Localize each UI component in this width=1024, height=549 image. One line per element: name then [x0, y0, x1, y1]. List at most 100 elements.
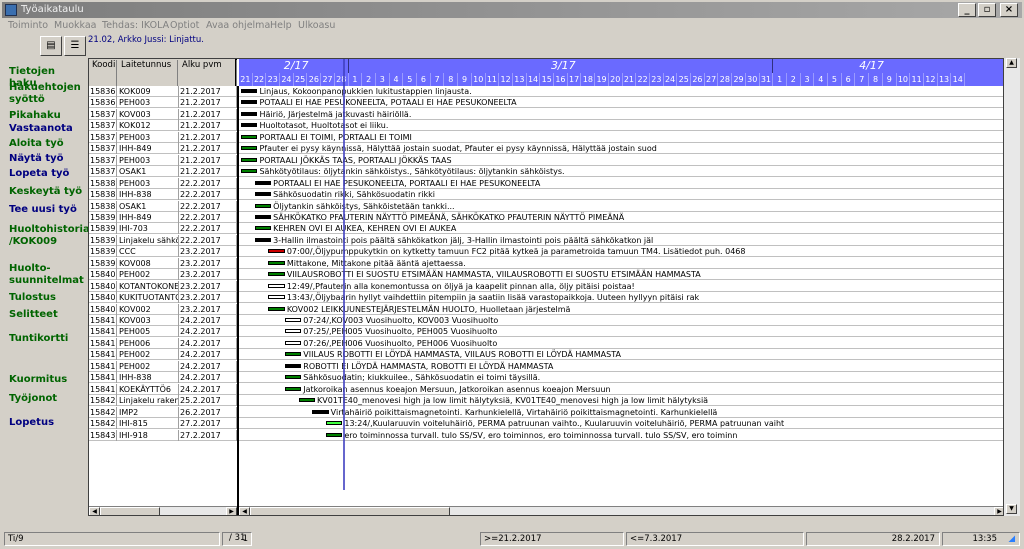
task-bar[interactable]: [284, 352, 302, 357]
task-bar[interactable]: [254, 226, 272, 231]
task-bar[interactable]: [241, 100, 258, 105]
table-row[interactable]: 158373KOK01221.2.2017 Huoltotasot, Huolto…: [89, 120, 1003, 132]
table-row[interactable]: 158419KOEKÄYTTÖ624.2.2017 Jatkoroikan ase…: [89, 383, 1003, 395]
close-button[interactable]: ×: [1000, 3, 1018, 17]
table-row[interactable]: 158429IHI-81527.2.2017 13:24/,Kuularuuvin…: [89, 418, 1003, 430]
task-bar[interactable]: [254, 214, 272, 219]
table-row[interactable]: 158413PEH00624.2.2017 07:26/,PEH006 Vuosi…: [89, 337, 1003, 349]
scroll-left-icon[interactable]: ◀: [239, 507, 250, 515]
menu-ulkoasu[interactable]: Ulkoasu: [298, 20, 335, 31]
table-row[interactable]: 158405KUKITUOTANTO23.2.2017 13:43/,Öljyba…: [89, 292, 1003, 304]
task-bar[interactable]: [284, 318, 302, 322]
task-bar[interactable]: [325, 432, 343, 437]
task-bar[interactable]: [241, 157, 258, 162]
minimize-button[interactable]: _: [958, 3, 976, 17]
table-row[interactable]: 158400PEH00223.2.2017 VIILAUSROBOTTI EI S…: [89, 269, 1003, 281]
sidebar-item-14[interactable]: Kuormitus: [9, 374, 85, 386]
task-bar[interactable]: [241, 134, 258, 139]
task-bar[interactable]: [284, 363, 302, 368]
scroll-left-icon[interactable]: ◀: [89, 507, 100, 515]
task-bar[interactable]: [268, 283, 285, 288]
table-row[interactable]: 158390CCC23.2.2017 07:00/,Öljypumppukytki…: [89, 246, 1003, 258]
vertical-scrollbar[interactable]: ▲ ▼: [1004, 58, 1020, 516]
list-view-icon[interactable]: ▤: [40, 36, 62, 56]
scroll-thumb[interactable]: [250, 507, 450, 515]
sidebar-item-5[interactable]: Näytä työ: [9, 153, 85, 165]
task-bar[interactable]: [254, 237, 272, 242]
task-bar[interactable]: [241, 146, 258, 151]
table-row[interactable]: 158411KOV00324.2.2017 07:24/,KOV003 Vuosi…: [89, 315, 1003, 326]
task-bar[interactable]: [284, 386, 302, 391]
sidebar-item-15[interactable]: Työjonot: [9, 393, 85, 405]
task-bar[interactable]: [241, 111, 258, 116]
table-row[interactable]: 158367PEH00321.2.2017 POTAALI EI HAE PESU…: [89, 97, 1003, 109]
menu-toiminto[interactable]: Toiminto: [8, 20, 48, 31]
table-row[interactable]: 158417IHH-83824.2.2017 Sähkösuodatin; kiu…: [89, 372, 1003, 384]
table-row[interactable]: 158383IHH-83822.2.2017 Sähkösuodatin rikk…: [89, 189, 1003, 201]
task-bar[interactable]: [254, 192, 272, 197]
pane-divider[interactable]: [237, 86, 239, 515]
table-row[interactable]: 158408KOV00223.2.2017 KOV002 LEIKKUUNESTE…: [89, 303, 1003, 315]
scroll-right-icon[interactable]: ▶: [226, 507, 237, 515]
table-row[interactable]: 158392IHI-70322.2.2017 KEHREN OVI EI AUKE…: [89, 223, 1003, 235]
task-bar[interactable]: [284, 329, 302, 334]
sidebar-item-3[interactable]: Vastaanota: [9, 123, 85, 135]
table-row[interactable]: 158397KOV00823.2.2017 Mittakone, Mittakon…: [89, 257, 1003, 269]
sidebar-item-16[interactable]: Lopetus: [9, 417, 85, 429]
table-row[interactable]: 158391IHH-84922.2.2017 SÄHKÖKATKO PFAUTER…: [89, 211, 1003, 223]
task-bar[interactable]: [325, 421, 343, 426]
task-bar[interactable]: [268, 272, 285, 277]
table-row[interactable]: 158374PEH00321.2.2017 PORTAALI EI TOIMI, …: [89, 131, 1003, 143]
table-row[interactable]: 158404KOTANTOKONEE23.2.2017 12:49/,Pfaute…: [89, 280, 1003, 292]
menu-optiot[interactable]: Optiot: [170, 20, 199, 31]
table-row[interactable]: 158377PEH00321.2.2017 PORTAALI JÖKKÄS TAA…: [89, 154, 1003, 166]
sidebar-item-10[interactable]: Huolto-suunnitelmat: [9, 263, 85, 287]
sidebar-item-9[interactable]: Huoltohistoria /KOK009: [9, 224, 90, 248]
table-row[interactable]: 158375IHH-84921.2.2017 Pfauter ei pysy kä…: [89, 143, 1003, 155]
menu-tehdas[interactable]: Tehdas: IKOLA: [102, 20, 169, 31]
task-bar[interactable]: [268, 306, 285, 311]
tree-view-icon[interactable]: ☰: [64, 36, 86, 56]
task-bar[interactable]: [268, 249, 285, 254]
task-bar[interactable]: [284, 340, 302, 345]
table-row[interactable]: 158378OSAK121.2.2017 Sähkötyötilaus: öljy…: [89, 166, 1003, 178]
sidebar-item-6[interactable]: Lopeta työ: [9, 168, 85, 180]
scroll-down-icon[interactable]: ▼: [1006, 504, 1017, 514]
scroll-thumb[interactable]: [100, 507, 160, 515]
sidebar-item-13[interactable]: Tuntikortti: [9, 333, 85, 345]
timeline-horizontal-scrollbar[interactable]: ◀ ▶: [239, 506, 1003, 515]
task-bar[interactable]: [298, 398, 315, 403]
table-row[interactable]: 158416PEH00224.2.2017 ROBOTTI EI LÖYDÄ HA…: [89, 360, 1003, 372]
table-row[interactable]: 158362KOK00921.2.2017 Linjaus, Kokoonpano…: [89, 86, 1003, 97]
left-horizontal-scrollbar[interactable]: ◀ ▶: [89, 506, 237, 515]
table-row[interactable]: 158388OSAK122.2.2017 Öljytankin sähköisty…: [89, 200, 1003, 212]
table-row[interactable]: 158436IHI-91827.2.2017 ero toiminnossa tu…: [89, 429, 1003, 441]
sidebar-item-7[interactable]: Keskeytä työ: [9, 186, 85, 198]
task-bar[interactable]: [241, 169, 258, 174]
sidebar-item-2[interactable]: Pikahaku: [9, 110, 85, 122]
scroll-right-icon[interactable]: ▶: [994, 507, 1003, 515]
sidebar-item-1[interactable]: Hakuehtojen syöttö: [9, 82, 85, 106]
column-laitetunnus[interactable]: Laitetunnus: [118, 60, 178, 86]
column-alku-pvm[interactable]: Alku pvm: [179, 60, 237, 86]
task-bar[interactable]: [241, 123, 258, 128]
column-koodi[interactable]: Koodi: [89, 60, 117, 86]
table-row[interactable]: 158427IMP226.2.2017 Virtahäiriö poikittai…: [89, 406, 1003, 418]
table-row[interactable]: 158414PEH00224.2.2017 VIILAUS ROBOTTI EI …: [89, 349, 1003, 361]
sidebar-item-8[interactable]: Tee uusi työ: [9, 204, 85, 216]
menu-muokkaa[interactable]: Muokkaa: [54, 20, 97, 31]
task-bar[interactable]: [254, 203, 272, 208]
sidebar-item-4[interactable]: Aloita työ: [9, 138, 85, 150]
menu-avaa-ohjelma[interactable]: Avaa ohjelma: [206, 20, 270, 31]
scroll-up-icon[interactable]: ▲: [1006, 58, 1017, 68]
table-row[interactable]: 158380PEH00322.2.2017 PORTAALI EI HAE PES…: [89, 177, 1003, 189]
table-row[interactable]: 158412PEH00524.2.2017 07:25/,PEH005 Vuosi…: [89, 326, 1003, 338]
maximize-button[interactable]: ▫: [978, 3, 996, 17]
task-bar[interactable]: [284, 375, 302, 380]
task-bar[interactable]: [312, 409, 329, 414]
task-bar[interactable]: [268, 260, 285, 265]
table-row[interactable]: 158393Linjakelu sähköläi22.2.2017 3-Halli…: [89, 234, 1003, 246]
sidebar-item-12[interactable]: Selitteet: [9, 309, 85, 321]
resize-grip-icon[interactable]: ◢: [1008, 533, 1015, 545]
table-row[interactable]: 158426Linjakelu rakenn25.2.2017 KV01TE40_…: [89, 395, 1003, 407]
